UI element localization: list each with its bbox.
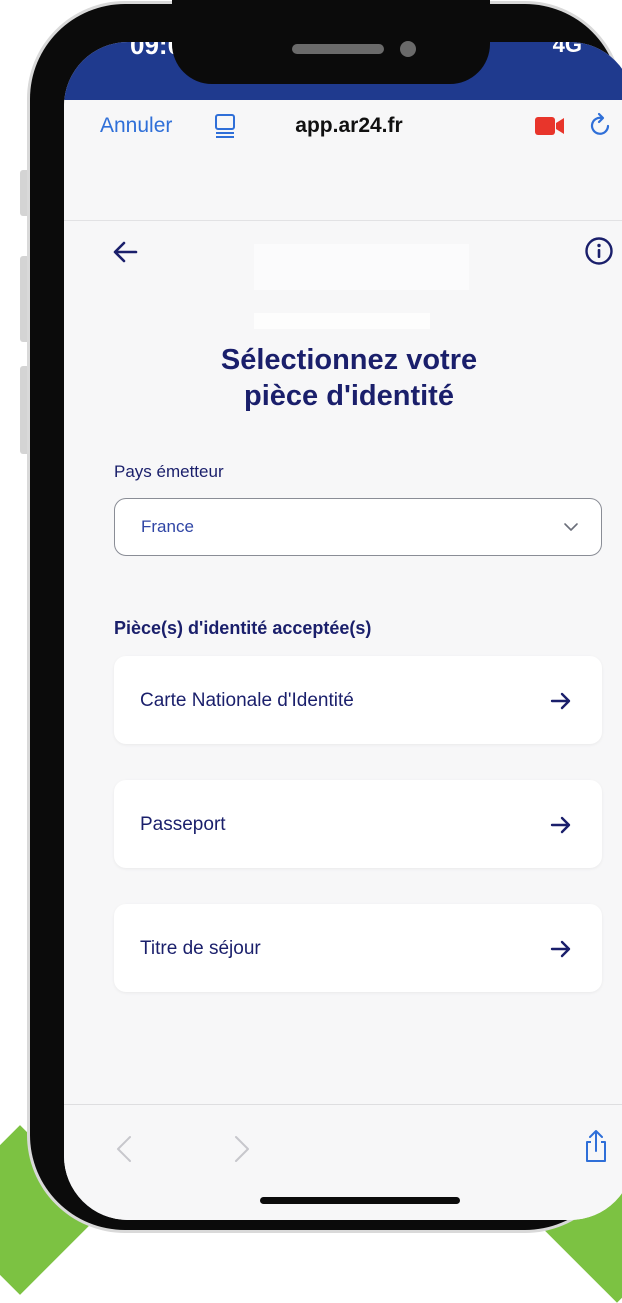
phone-screen: 09:02 4G Annuler app.ar24.fr Sélectionne… [64, 42, 622, 1220]
share-icon[interactable] [584, 1129, 608, 1163]
document-option-residence-permit[interactable]: Titre de séjour [114, 904, 602, 992]
document-option-passport[interactable]: Passeport [114, 780, 602, 868]
title-line-1: Sélectionnez votre [220, 344, 478, 376]
document-option-label: Titre de séjour [140, 938, 261, 959]
status-signal: 4G [552, 42, 582, 57]
phone-frame: 09:02 4G Annuler app.ar24.fr Sélectionne… [30, 0, 622, 1230]
title-line-2: pièce d'identité [244, 380, 454, 412]
country-select-value: France [141, 517, 194, 536]
back-arrow-icon[interactable] [112, 240, 138, 264]
phone-notch [172, 0, 490, 84]
phone-volume-up-button [20, 256, 30, 342]
speaker-grille [292, 44, 384, 54]
page-title: Sélectionnez votre pièce d'identité [64, 342, 622, 414]
document-option-label: Passeport [140, 814, 226, 835]
forward-chevron-icon[interactable] [234, 1135, 250, 1163]
chevron-down-icon [564, 523, 578, 531]
document-option-cni[interactable]: Carte Nationale d'Identité [114, 656, 602, 744]
phone-volume-down-button [20, 366, 30, 454]
back-chevron-icon[interactable] [116, 1135, 132, 1163]
reload-icon[interactable] [588, 112, 614, 140]
arrow-right-icon [550, 940, 571, 958]
phone-mute-switch [20, 170, 30, 216]
document-option-label: Carte Nationale d'Identité [140, 690, 354, 711]
video-camera-icon[interactable] [535, 116, 565, 136]
country-label: Pays émetteur [114, 462, 224, 481]
info-icon[interactable] [584, 236, 614, 266]
browser-toolbar [64, 1104, 622, 1220]
front-camera [400, 41, 416, 57]
arrow-right-icon [550, 692, 571, 710]
home-indicator[interactable] [260, 1197, 460, 1204]
page-content: Sélectionnez votre pièce d'identité Pays… [64, 222, 622, 1102]
placeholder-block [254, 244, 469, 290]
country-select[interactable]: France [114, 498, 602, 556]
arrow-right-icon [550, 816, 571, 834]
placeholder-block [254, 313, 430, 329]
accepted-documents-label: Pièce(s) d'identité acceptée(s) [114, 618, 372, 638]
